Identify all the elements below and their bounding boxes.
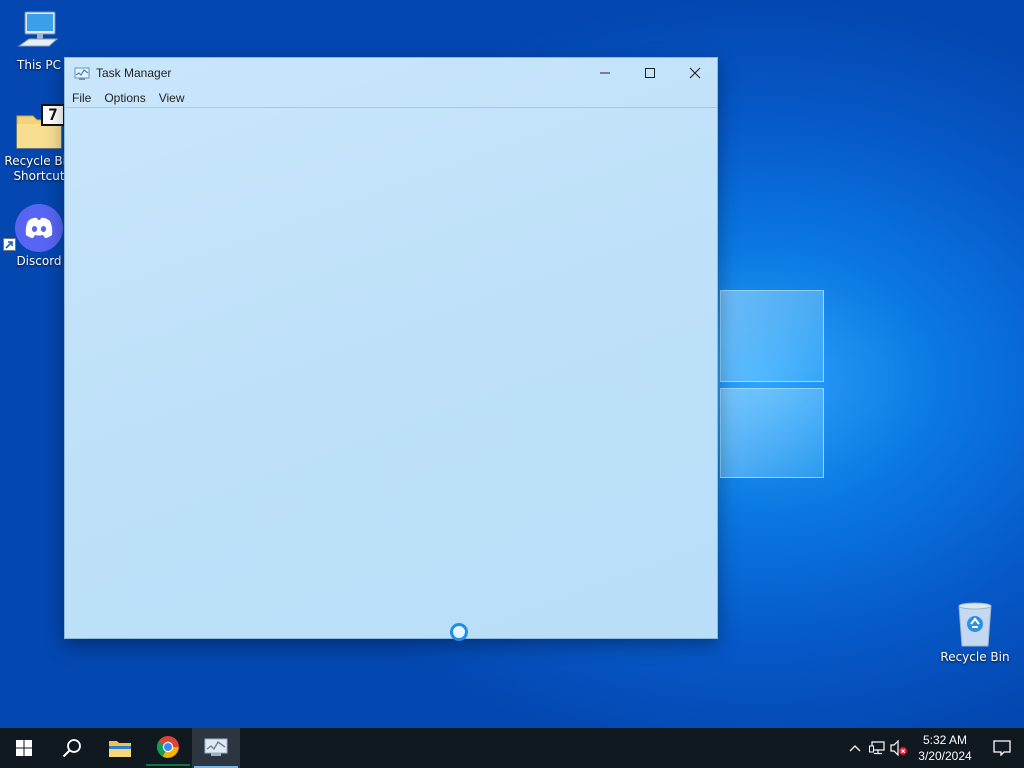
minimize-button[interactable] [582,58,627,88]
maximize-icon [644,68,655,78]
network-button[interactable] [866,728,888,768]
task-manager-window[interactable]: Task Manager File Options View [64,57,718,641]
seven-zip-badge: 7 [41,104,65,126]
menu-file[interactable]: File [72,91,91,105]
notification-icon [993,740,1011,756]
chrome-icon [156,736,179,758]
clock-date: 3/20/2024 [918,749,972,763]
shortcut-arrow-icon [3,238,16,251]
chrome-button[interactable] [144,728,192,768]
menu-options[interactable]: Options [104,91,145,105]
volume-muted-icon [890,740,907,756]
recycle-bin-icon [951,600,999,648]
discord-icon [3,204,63,252]
file-explorer-icon [109,741,131,757]
start-button[interactable] [0,728,48,768]
file-explorer-button[interactable] [96,728,144,768]
desktop-icon-label: Recycle Bin [940,650,1010,664]
clock-time: 5:32 AM [922,733,968,747]
close-button[interactable] [672,58,717,88]
show-hidden-icons-button[interactable] [844,728,866,768]
search-icon [62,739,81,758]
volume-button[interactable] [888,728,910,768]
loading-spinner-icon [450,623,468,641]
desktop-icon-recycle-bin[interactable]: Recycle Bin [937,600,1013,665]
maximize-button[interactable] [627,58,672,88]
chevron-up-icon [849,745,861,752]
title-bar[interactable]: Task Manager [65,58,717,88]
search-button[interactable] [48,728,96,768]
menu-bar: File Options View [65,88,717,108]
task-manager-taskbar-button[interactable] [192,728,240,768]
task-manager-icon [204,738,228,756]
computer-icon [15,8,63,56]
action-center-button[interactable] [980,728,1024,768]
start-icon [16,740,32,756]
taskbar: 5:32 AM 3/20/2024 [0,728,1024,768]
window-title: Task Manager [96,66,172,80]
close-icon [689,67,700,79]
system-tray: 5:32 AM 3/20/2024 [844,728,1024,768]
menu-view[interactable]: View [159,91,185,105]
minimize-icon [599,72,610,74]
network-icon [869,741,885,755]
seven-zip-folder-icon: 7 [15,104,65,152]
running-indicator [146,764,190,766]
clock[interactable]: 5:32 AM 3/20/2024 [910,732,980,764]
task-manager-icon [74,66,90,80]
